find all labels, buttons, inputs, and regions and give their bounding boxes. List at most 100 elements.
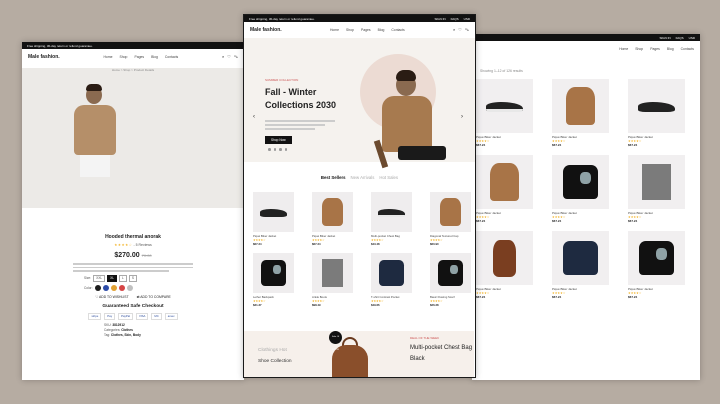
slider-dots[interactable] <box>268 148 287 151</box>
currency-select[interactable]: USD <box>689 36 695 40</box>
review-count[interactable]: - 5 Reviews <box>133 243 151 247</box>
tab-hot-sales[interactable]: Hot Sales <box>379 175 398 180</box>
nav-blog[interactable]: Blog <box>378 28 385 32</box>
nav-contacts[interactable]: Contacts <box>391 28 404 32</box>
cart-icon[interactable]: ⛍ <box>234 54 238 60</box>
product-card[interactable]: Piqué Biker Jacket ★★★★☆ $67.24 <box>312 192 353 246</box>
promo-text: Free shipping, 30-day return or refund g… <box>249 16 315 21</box>
color-options: Color: <box>84 284 244 291</box>
nav-blog[interactable]: Blog <box>151 55 158 59</box>
product-thumbnail[interactable] <box>628 231 685 285</box>
nav-home[interactable]: Home <box>619 47 628 51</box>
product-card[interactable]: Piqué Biker Jacket ★★★★☆ $67.24 <box>476 155 533 223</box>
product-card[interactable]: Ankle Boots ★★★★☆ $98.49 <box>312 253 353 307</box>
product-card[interactable]: Piqué Biker Jacket ★★★★☆ $67.24 <box>628 79 685 147</box>
product-thumbnail[interactable] <box>476 79 533 133</box>
product-card[interactable]: T-shirt Contrast Pocket ★★★★☆ $49.66 <box>371 253 412 307</box>
product-card[interactable]: Piqué Biker Jacket ★★★★☆ $67.24 <box>476 79 533 147</box>
product-card[interactable]: Basic Flowing Scarf ★★★★☆ $26.28 <box>430 253 471 307</box>
product-thumbnail[interactable] <box>312 253 353 293</box>
product-card[interactable]: Piqué Biker Jacket ★★★★☆ $67.24 <box>628 155 685 223</box>
product-meta: SKU: 3812912 Categories: Clothes Tag: Cl… <box>104 322 141 337</box>
nav-shop[interactable]: Shop <box>635 47 643 51</box>
product-price: $49.66 <box>371 303 380 307</box>
product-thumbnail[interactable] <box>552 231 609 285</box>
applepay-icon: Pay <box>104 312 116 320</box>
product-thumbnail[interactable] <box>476 231 533 285</box>
logo[interactable]: Male fashion. <box>250 27 282 33</box>
product-thumbnail[interactable] <box>253 253 294 293</box>
size-xxl[interactable]: XXL <box>93 274 106 282</box>
nav-blog[interactable]: Blog <box>667 47 674 51</box>
product-card[interactable]: Lether Backpack ★★★★☆ $31.37 <box>253 253 294 307</box>
product-card[interactable]: Multi-pocket Chest Bag ★★★★☆ $43.48 <box>371 192 412 246</box>
cart-icon[interactable]: ⛍ <box>465 27 469 33</box>
nav-shop[interactable]: Shop <box>346 28 354 32</box>
heart-icon[interactable]: ♡ <box>458 27 462 33</box>
nav-shop[interactable]: Shop <box>120 55 128 59</box>
color-swatch-4[interactable] <box>118 284 125 291</box>
stripe-icon: stripe <box>88 312 102 320</box>
home-window: Free shipping, 30-day return or refund g… <box>243 14 476 378</box>
heart-icon[interactable]: ♡ <box>227 54 231 60</box>
product-price: $67.24 <box>312 242 321 246</box>
add-to-compare[interactable]: ⇄ ADD TO COMPARE <box>137 295 171 299</box>
size-s[interactable]: S <box>128 274 137 282</box>
shop-product-grid: Piqué Biker Jacket ★★★★☆ $67.24 Piqué Biker… <box>476 79 700 299</box>
product-card[interactable]: Piqué Biker Jacket ★★★★☆ $67.24 <box>552 231 609 299</box>
tab-best-sellers[interactable]: Best Sellers <box>321 175 346 180</box>
product-thumbnail[interactable] <box>371 253 412 293</box>
nav-home[interactable]: Home <box>330 28 339 32</box>
secondary-actions: ♡ ADD TO WISHLIST ⇄ ADD TO COMPARE <box>22 295 244 299</box>
logo[interactable]: Male fashion. <box>28 54 60 60</box>
faqs-link[interactable]: FAQS <box>676 36 684 40</box>
product-card[interactable]: Piqué Biker Jacket ★★★★☆ $67.24 <box>552 155 609 223</box>
product-price: $270.00 70.00 <box>22 252 244 259</box>
shop-now-button[interactable]: Shop Now <box>265 136 292 144</box>
hero-title: Fall - Winter Collections 2030 <box>265 87 337 110</box>
product-card[interactable]: Piqué Biker Jacket ★★★★☆ $67.24 <box>253 192 294 246</box>
product-price: $67.24 <box>628 143 638 147</box>
stars-icon: ★★★★☆ <box>114 243 133 247</box>
next-arrow-icon[interactable]: › <box>461 114 463 120</box>
color-swatch-5[interactable] <box>126 284 133 291</box>
currency-select[interactable]: USD <box>464 17 470 21</box>
nav-contacts[interactable]: Contacts <box>165 55 178 59</box>
faqs-link[interactable]: FAQS <box>451 17 459 21</box>
sign-in-link[interactable]: SIGN IN <box>659 36 670 40</box>
tab-new-arrivals[interactable]: New Arrivals <box>351 175 375 180</box>
product-thumbnail[interactable] <box>552 79 609 133</box>
product-card[interactable]: Piqué Biker Jacket ★★★★☆ $67.24 <box>552 79 609 147</box>
nav-contacts[interactable]: Contacts <box>681 47 694 51</box>
product-thumbnail[interactable] <box>371 192 412 232</box>
prev-arrow-icon[interactable]: ‹ <box>253 114 255 120</box>
product-card[interactable]: Piqué Biker Jacket ★★★★☆ $67.24 <box>628 231 685 299</box>
product-thumbnail[interactable] <box>476 155 533 209</box>
color-swatch-3[interactable] <box>110 284 117 291</box>
product-thumbnail[interactable] <box>430 192 471 232</box>
add-to-wishlist[interactable]: ♡ ADD TO WISHLIST <box>95 295 128 299</box>
search-icon[interactable]: ⌕ <box>453 27 455 33</box>
product-thumbnail[interactable] <box>312 192 353 232</box>
hero-banner: SUMMER COLLECTION Fall - Winter Collecti… <box>244 38 475 169</box>
color-swatch-1[interactable] <box>94 284 101 291</box>
promo-left-line-2[interactable]: Shoe Collection <box>258 359 292 364</box>
product-card[interactable]: Diagonal Textured Cap ★★★★☆ $60.90 <box>430 192 471 246</box>
product-card[interactable]: Piqué Biker Jacket ★★★★☆ $67.24 <box>476 231 533 299</box>
search-icon[interactable]: ⌕ <box>222 54 224 60</box>
product-details-window: Free shipping, 30-day return or refund g… <box>22 42 244 380</box>
product-thumbnail[interactable] <box>628 155 685 209</box>
product-thumbnail[interactable] <box>552 155 609 209</box>
product-thumbnail[interactable] <box>628 79 685 133</box>
color-swatch-2[interactable] <box>102 284 109 291</box>
product-thumbnail[interactable] <box>253 192 294 232</box>
nav-pages[interactable]: Pages <box>134 55 144 59</box>
size-xl[interactable]: XL <box>107 274 118 282</box>
nav-home[interactable]: Home <box>103 55 112 59</box>
size-l[interactable]: L <box>119 274 127 282</box>
product-thumbnail[interactable] <box>430 253 471 293</box>
sign-in-link[interactable]: SIGN IN <box>434 17 445 21</box>
size-options: Size: XXL XL L S <box>84 274 244 282</box>
nav-pages[interactable]: Pages <box>361 28 371 32</box>
nav-pages[interactable]: Pages <box>650 47 660 51</box>
